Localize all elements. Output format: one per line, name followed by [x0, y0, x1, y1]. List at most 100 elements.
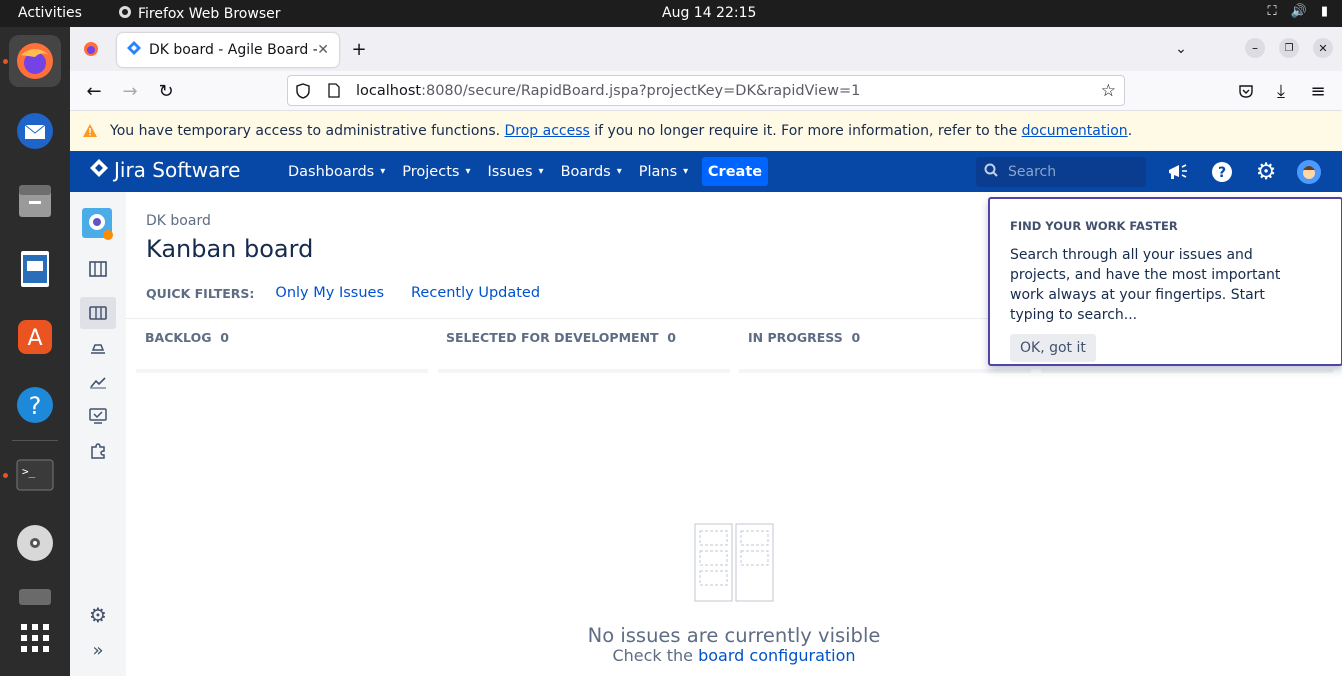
- url-bar[interactable]: localhost:8080/secure/RapidBoard.jspa?pr…: [287, 75, 1125, 106]
- app-name: Firefox Web Browser: [138, 6, 281, 22]
- empty-state-subtitle: Check the board configuration: [126, 646, 1342, 665]
- back-icon[interactable]: ←: [83, 80, 105, 102]
- activities-button[interactable]: Activities: [18, 5, 82, 21]
- jira-logo[interactable]: Jira Software: [90, 158, 240, 182]
- chevron-down-icon: ▾: [380, 166, 386, 177]
- jira-diamond-icon: [90, 158, 108, 182]
- releases-icon[interactable]: [80, 332, 116, 364]
- menu-projects[interactable]: Projects ▾: [402, 164, 470, 180]
- menu-issues[interactable]: Issues ▾: [487, 164, 543, 180]
- list-tabs-icon[interactable]: ⌄: [1170, 38, 1192, 60]
- find-work-faster-popup: FIND YOUR WORK FASTER Search through all…: [988, 197, 1342, 366]
- dvd-dock-icon[interactable]: [9, 517, 61, 569]
- menu-label: Projects: [402, 163, 460, 180]
- column-body: [1041, 369, 1333, 373]
- banner-text-2: if you no longer require it. For more in…: [589, 123, 1022, 139]
- menu-icon[interactable]: ≡: [1307, 80, 1329, 102]
- new-tab-icon[interactable]: +: [348, 38, 370, 60]
- empty-sub-text: Check the: [612, 646, 699, 665]
- jira-search-input[interactable]: Search: [976, 157, 1146, 187]
- reports-icon[interactable]: [80, 366, 116, 398]
- dock: A ? >_: [0, 27, 70, 676]
- board-configuration-link[interactable]: board configuration: [698, 646, 855, 665]
- column-count: 0: [667, 330, 676, 345]
- terminal-dock-icon[interactable]: >_: [9, 449, 61, 501]
- url-path: :8080/secure/RapidBoard.jspa?projectKey=…: [421, 82, 861, 99]
- libreoffice-writer-dock-icon[interactable]: [9, 243, 61, 295]
- browser-tab-active[interactable]: DK board - Agile Board - J ✕: [117, 33, 339, 67]
- running-indicator: [3, 473, 8, 478]
- project-settings-icon[interactable]: ⚙: [80, 599, 116, 631]
- jira-logo-text: Jira Software: [114, 158, 241, 182]
- search-placeholder: Search: [1008, 164, 1057, 180]
- svg-text:A: A: [27, 326, 42, 351]
- drive-dock-icon[interactable]: [9, 585, 61, 605]
- menu-plans[interactable]: Plans ▾: [639, 164, 688, 180]
- create-button[interactable]: Create: [702, 157, 768, 186]
- reload-icon[interactable]: ↻: [155, 80, 177, 102]
- show-applications-icon[interactable]: [9, 612, 61, 664]
- column-header-backlog: BACKLOG 0: [145, 330, 229, 345]
- firefox-small-icon: [118, 5, 132, 23]
- menu-boards[interactable]: Boards ▾: [561, 164, 622, 180]
- app-menu[interactable]: Firefox Web Browser: [118, 5, 281, 23]
- bookmark-star-icon[interactable]: ☆: [1101, 81, 1116, 101]
- system-tray[interactable]: ⛶ 🔊 ▮: [1268, 4, 1328, 19]
- url-text[interactable]: localhost:8080/secure/RapidBoard.jspa?pr…: [356, 83, 860, 99]
- shield-icon[interactable]: [296, 82, 314, 99]
- filter-only-my-issues[interactable]: Only My Issues: [275, 285, 384, 301]
- menu-label: Boards: [560, 163, 611, 180]
- firefox-view-icon[interactable]: [80, 38, 102, 60]
- page-info-icon[interactable]: [328, 83, 346, 98]
- page-title: Kanban board: [146, 235, 314, 263]
- menu-dashboards[interactable]: Dashboards ▾: [288, 164, 385, 180]
- tab-strip: DK board - Agile Board - J ✕ + ⌄ – ❐ ✕: [70, 27, 1342, 71]
- thunderbird-dock-icon[interactable]: [9, 105, 61, 157]
- issues-icon[interactable]: [80, 400, 116, 432]
- settings-gear-icon[interactable]: ⚙: [1254, 159, 1278, 185]
- dock-separator: [12, 440, 58, 441]
- svg-text:?: ?: [29, 392, 42, 420]
- close-tab-icon[interactable]: ✕: [317, 42, 329, 58]
- forward-icon[interactable]: →: [119, 80, 141, 102]
- network-icon[interactable]: ⛶: [1268, 4, 1277, 19]
- svg-text:?: ?: [1218, 165, 1226, 181]
- search-icon: [984, 163, 998, 181]
- column-header-in-progress: IN PROGRESS 0: [748, 330, 860, 345]
- ok-got-it-button[interactable]: OK, got it: [1010, 334, 1096, 362]
- column-header-selected: SELECTED FOR DEVELOPMENT 0: [446, 330, 676, 345]
- battery-icon[interactable]: ▮: [1321, 4, 1328, 19]
- help-dock-icon[interactable]: ?: [9, 379, 61, 431]
- help-icon[interactable]: ?: [1210, 160, 1234, 184]
- popup-heading: FIND YOUR WORK FASTER: [1010, 219, 1178, 233]
- minimize-icon[interactable]: –: [1245, 38, 1265, 58]
- column-name: SELECTED FOR DEVELOPMENT: [446, 330, 659, 345]
- user-avatar[interactable]: [1297, 160, 1321, 184]
- maximize-icon[interactable]: ❐: [1279, 38, 1299, 58]
- board-icon[interactable]: [80, 297, 116, 329]
- drop-access-link[interactable]: Drop access: [505, 123, 590, 139]
- chevron-down-icon: ▾: [683, 166, 689, 177]
- jira-header: Jira Software Dashboards ▾ Projects ▾ Issu…: [70, 151, 1342, 192]
- backlog-icon[interactable]: [80, 253, 116, 285]
- project-avatar[interactable]: [80, 208, 116, 240]
- breadcrumb[interactable]: DK board: [146, 213, 211, 229]
- pocket-icon[interactable]: [1235, 80, 1257, 102]
- filter-recently-updated[interactable]: Recently Updated: [411, 285, 540, 301]
- volume-icon[interactable]: 🔊: [1291, 4, 1307, 19]
- empty-state-title: No issues are currently visible: [587, 624, 881, 647]
- documentation-link[interactable]: documentation: [1022, 123, 1128, 139]
- app-center-dock-icon[interactable]: A: [9, 311, 61, 363]
- quick-filters: QUICK FILTERS: Only My Issues Recently U…: [146, 285, 540, 301]
- close-window-icon[interactable]: ✕: [1313, 38, 1333, 58]
- browser-window: DK board - Agile Board - J ✕ + ⌄ – ❐ ✕ ←…: [70, 27, 1342, 676]
- firefox-dock-icon[interactable]: [9, 35, 61, 87]
- clock[interactable]: Aug 14 22:15: [662, 5, 756, 21]
- column-count: 0: [220, 330, 229, 345]
- expand-sidebar-icon[interactable]: »: [80, 634, 116, 666]
- chevron-down-icon: ▾: [465, 166, 471, 177]
- files-dock-icon[interactable]: [9, 175, 61, 227]
- announcement-icon[interactable]: [1166, 160, 1190, 184]
- add-ons-puzzle-icon[interactable]: [80, 435, 116, 467]
- downloads-icon[interactable]: ⤓: [1270, 80, 1292, 102]
